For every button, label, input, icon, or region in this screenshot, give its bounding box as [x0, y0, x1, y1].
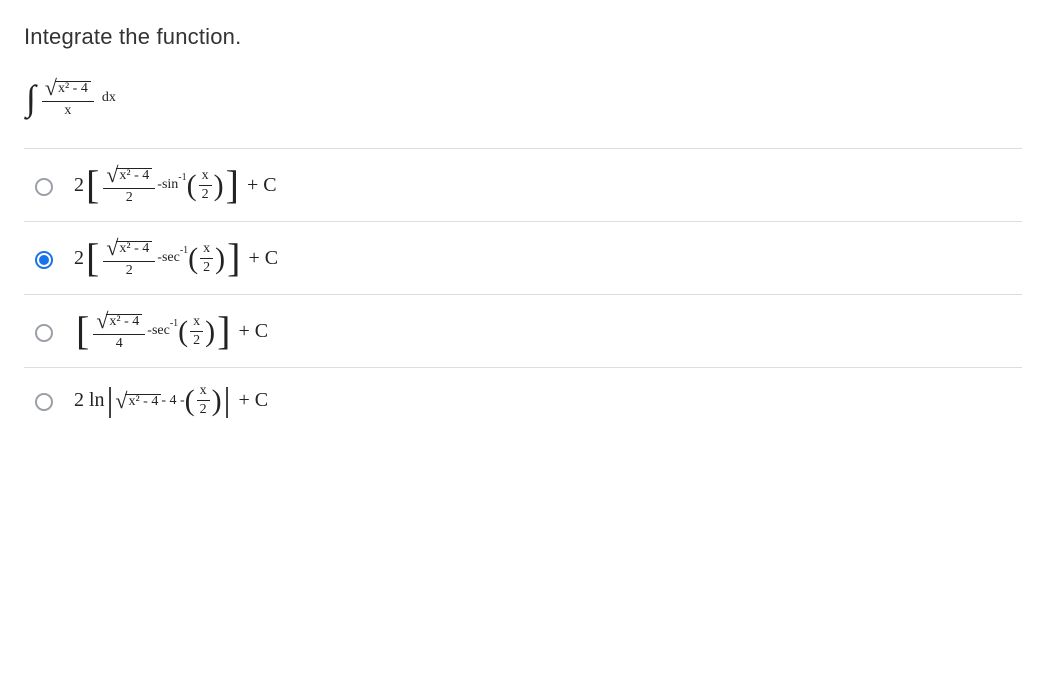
option-d-radio[interactable] [35, 393, 53, 411]
option-c-radio[interactable] [35, 324, 53, 342]
option-b-radio[interactable] [35, 251, 53, 269]
option-b[interactable]: 2 [ √x² - 4 2 - sec-1 ( x 2 ) ] + C [24, 222, 1022, 295]
option-a[interactable]: 2 [ √x² - 4 2 - sin-1 ( x 2 ) ] + C [24, 149, 1022, 222]
integral-symbol: ∫ [26, 84, 36, 113]
option-c[interactable]: [ √x² - 4 4 - sec-1 ( x 2 ) ] + C [24, 295, 1022, 368]
integral-expression: ∫ √ x² - 4 x dx [24, 78, 1022, 118]
question-prompt: Integrate the function. [24, 24, 1022, 50]
option-b-expression: 2 [ √x² - 4 2 - sec-1 ( x 2 ) ] + C [74, 238, 278, 278]
option-a-radio[interactable] [35, 178, 53, 196]
option-a-expression: 2 [ √x² - 4 2 - sin-1 ( x 2 ) ] + C [74, 165, 277, 205]
option-d[interactable]: 2 ln | √x² - 4 - 4 - ( x 2 ) | + C [24, 368, 1022, 433]
option-c-expression: [ √x² - 4 4 - sec-1 ( x 2 ) ] + C [74, 311, 268, 351]
options-list: 2 [ √x² - 4 2 - sin-1 ( x 2 ) ] + C 2 [24, 148, 1022, 433]
option-d-expression: 2 ln | √x² - 4 - 4 - ( x 2 ) | + C [74, 384, 268, 417]
